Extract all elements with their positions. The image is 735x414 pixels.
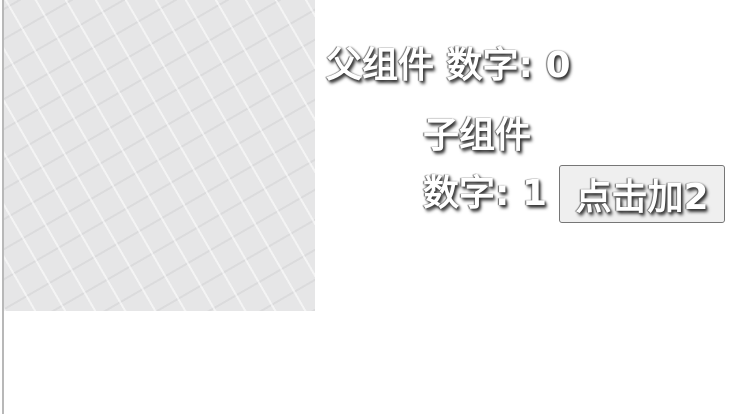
parent-count-label: 父组件 数字: [326, 45, 546, 86]
parent-count-value: 0 [545, 45, 571, 86]
child-count-line: 数字: 1 [423, 168, 547, 220]
add-two-button[interactable]: 点击加2 [559, 165, 725, 223]
child-count-label: 数字: [423, 173, 522, 214]
parent-component-line: 父组件 数字: 0 [326, 44, 571, 88]
child-component-title: 子组件 [423, 115, 532, 156]
page: 父组件 数字: 0 子组件 数字: 1 点击加2 [0, 0, 735, 414]
patterned-background-panel [4, 0, 315, 311]
child-count-value: 1 [521, 173, 547, 214]
child-component-row: 数字: 1 点击加2 [423, 165, 725, 223]
